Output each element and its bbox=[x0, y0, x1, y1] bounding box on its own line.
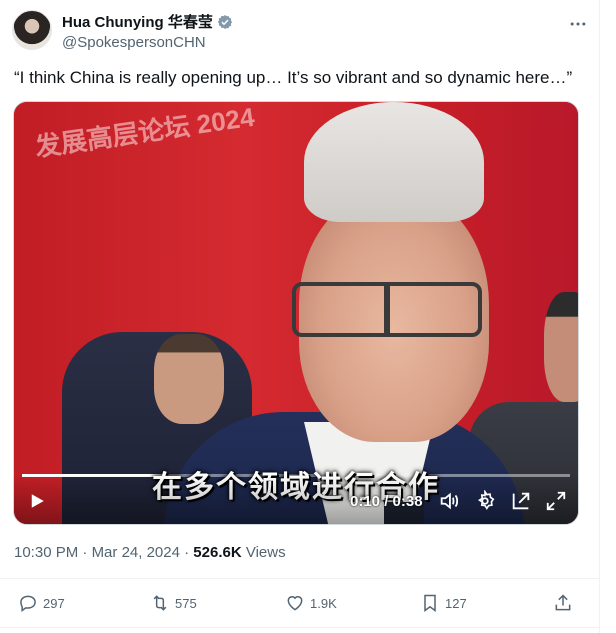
settings-icon[interactable] bbox=[474, 490, 496, 512]
share-button[interactable] bbox=[553, 593, 573, 613]
video-time: 0:10 / 0:38 bbox=[350, 493, 423, 510]
views-count: 526.6K bbox=[193, 544, 242, 561]
like-icon bbox=[287, 596, 303, 611]
display-name[interactable]: Hua Chunying 华春莹 bbox=[62, 11, 213, 32]
bookmark-count: 127 bbox=[445, 595, 467, 611]
share-icon bbox=[555, 594, 571, 611]
tweet-text: “I think China is really opening up… It’… bbox=[14, 68, 573, 87]
like-button[interactable]: 1.9K bbox=[285, 593, 337, 613]
meta-separator: · bbox=[82, 544, 88, 561]
author-names: Hua Chunying 华春莹 @SpokespersonCHN bbox=[62, 11, 233, 51]
tweet-meta: 10:30 PM · Mar 24, 2024 · 526.6K Views bbox=[14, 544, 286, 561]
video-person-left-head bbox=[154, 334, 224, 424]
play-icon[interactable] bbox=[28, 492, 46, 510]
repost-button[interactable]: 575 bbox=[150, 593, 197, 613]
pip-icon[interactable] bbox=[510, 490, 532, 512]
views-label: Views bbox=[245, 544, 286, 561]
video-main-person-hair bbox=[304, 102, 484, 222]
like-count: 1.9K bbox=[310, 595, 337, 611]
verified-badge-icon bbox=[217, 14, 232, 29]
reply-count: 297 bbox=[43, 595, 65, 611]
volume-icon[interactable] bbox=[438, 490, 460, 512]
tweet-date[interactable]: Mar 24, 2024 bbox=[92, 544, 180, 561]
bookmark-icon bbox=[424, 594, 436, 612]
tweet: Hua Chunying 华春莹 @SpokespersonCHN “I thi… bbox=[0, 0, 600, 633]
bookmark-button[interactable]: 127 bbox=[420, 593, 467, 613]
reply-button[interactable]: 297 bbox=[18, 593, 65, 613]
repost-count: 575 bbox=[175, 595, 197, 611]
tweet-time[interactable]: 10:30 PM bbox=[14, 544, 78, 561]
video-main-person-glasses bbox=[292, 282, 482, 337]
fullscreen-icon[interactable] bbox=[545, 490, 567, 512]
meta-separator-2: · bbox=[184, 544, 190, 561]
tweet-header: Hua Chunying 华春莹 @SpokespersonCHN bbox=[12, 10, 592, 54]
action-bar: 297 575 1.9K 127 bbox=[0, 578, 600, 628]
handle[interactable]: @SpokespersonCHN bbox=[62, 34, 233, 51]
video-person-right-head bbox=[544, 292, 578, 402]
display-name-row: Hua Chunying 华春莹 bbox=[62, 11, 233, 32]
repost-icon bbox=[153, 595, 167, 611]
avatar[interactable] bbox=[12, 10, 52, 50]
more-icon[interactable] bbox=[564, 10, 592, 38]
reply-icon bbox=[20, 595, 36, 612]
video-controls: 0:10 / 0:38 bbox=[14, 474, 578, 524]
video-player[interactable]: 发展高层论坛 2024 在多个领域进行合作 0:10 / 0:38 bbox=[13, 101, 579, 525]
